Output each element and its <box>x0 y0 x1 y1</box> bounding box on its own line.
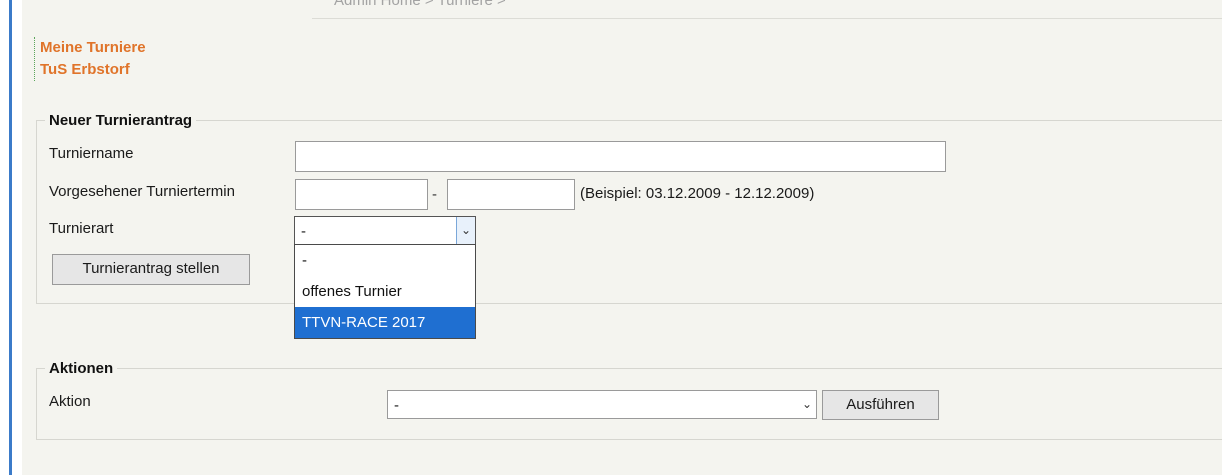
dropdown-option[interactable]: offenes Turnier <box>295 276 475 307</box>
tournament-name-label: Turniername <box>49 145 134 162</box>
tournament-name-input[interactable] <box>295 141 946 172</box>
tournament-type-label: Turnierart <box>49 220 114 237</box>
tournament-date-label: Vorgesehener Turniertermin <box>49 183 235 200</box>
tournament-type-selected: - <box>301 223 306 240</box>
date-example-hint: (Beispiel: 03.12.2009 - 12.12.2009) <box>580 185 815 202</box>
dropdown-option[interactable]: - <box>295 245 475 276</box>
tournament-type-select[interactable]: - ⌄ <box>294 216 476 245</box>
execute-button[interactable]: Ausführen <box>822 390 939 420</box>
chevron-down-icon[interactable]: ⌄ <box>456 217 475 244</box>
left-frame-rule <box>9 0 12 475</box>
submit-request-button[interactable]: Turnierantrag stellen <box>52 254 250 285</box>
date-to-input[interactable] <box>447 179 575 210</box>
action-label: Aktion <box>49 393 91 410</box>
page-titles: Meine Turniere TuS Erbstorf <box>34 37 146 81</box>
actions-legend: Aktionen <box>49 360 114 377</box>
action-select[interactable]: - ⌄ <box>387 390 817 419</box>
breadcrumb-bar: Admin Home > Turniere > <box>312 0 1222 19</box>
date-separator: - <box>432 186 437 203</box>
date-from-input[interactable] <box>295 179 428 210</box>
tournament-type-dropdown[interactable]: - offenes Turnier TTVN-RACE 2017 <box>294 244 476 339</box>
page-title: Meine Turniere <box>40 39 146 56</box>
club-name: TuS Erbstorf <box>40 61 130 78</box>
page-content: Admin Home > Turniere > Meine Turniere T… <box>22 0 1222 475</box>
chevron-down-icon[interactable]: ⌄ <box>798 391 816 418</box>
new-request-legend: Neuer Turnierantrag <box>49 112 193 129</box>
dropdown-option-highlighted[interactable]: TTVN-RACE 2017 <box>295 307 475 338</box>
breadcrumb[interactable]: Admin Home > Turniere > <box>334 0 506 9</box>
action-selected: - <box>394 397 399 414</box>
